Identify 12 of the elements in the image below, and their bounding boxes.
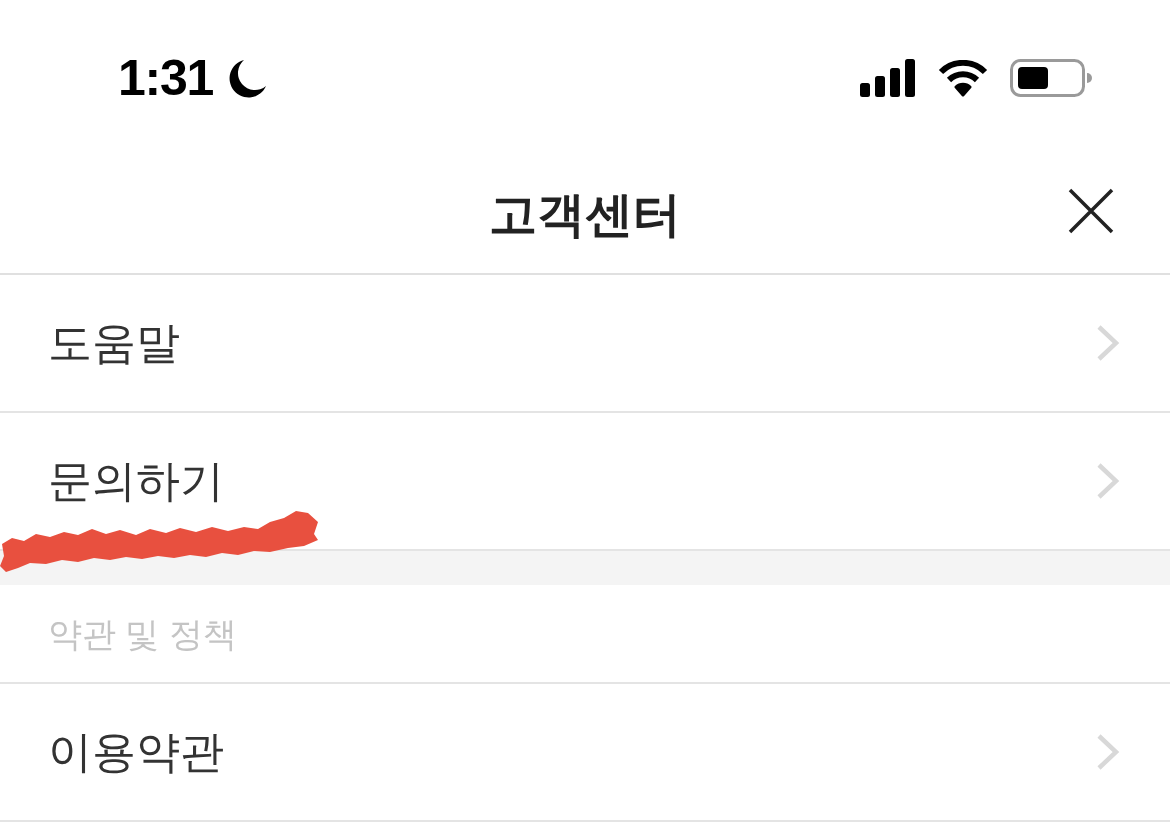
battery-icon <box>1010 59 1092 97</box>
moon-icon <box>227 58 268 98</box>
chevron-icon <box>1096 462 1120 500</box>
page-title: 고객센터 <box>489 186 681 243</box>
close-icon <box>1068 188 1114 234</box>
wifi-icon <box>938 59 988 97</box>
section-title: 약관 및 정책 <box>48 614 237 655</box>
signal-icon <box>860 59 916 97</box>
close-button[interactable] <box>1066 186 1116 236</box>
chevron-icon <box>1096 324 1120 362</box>
status-time: 1:31 <box>118 53 214 103</box>
chevron-icon <box>1096 733 1120 771</box>
